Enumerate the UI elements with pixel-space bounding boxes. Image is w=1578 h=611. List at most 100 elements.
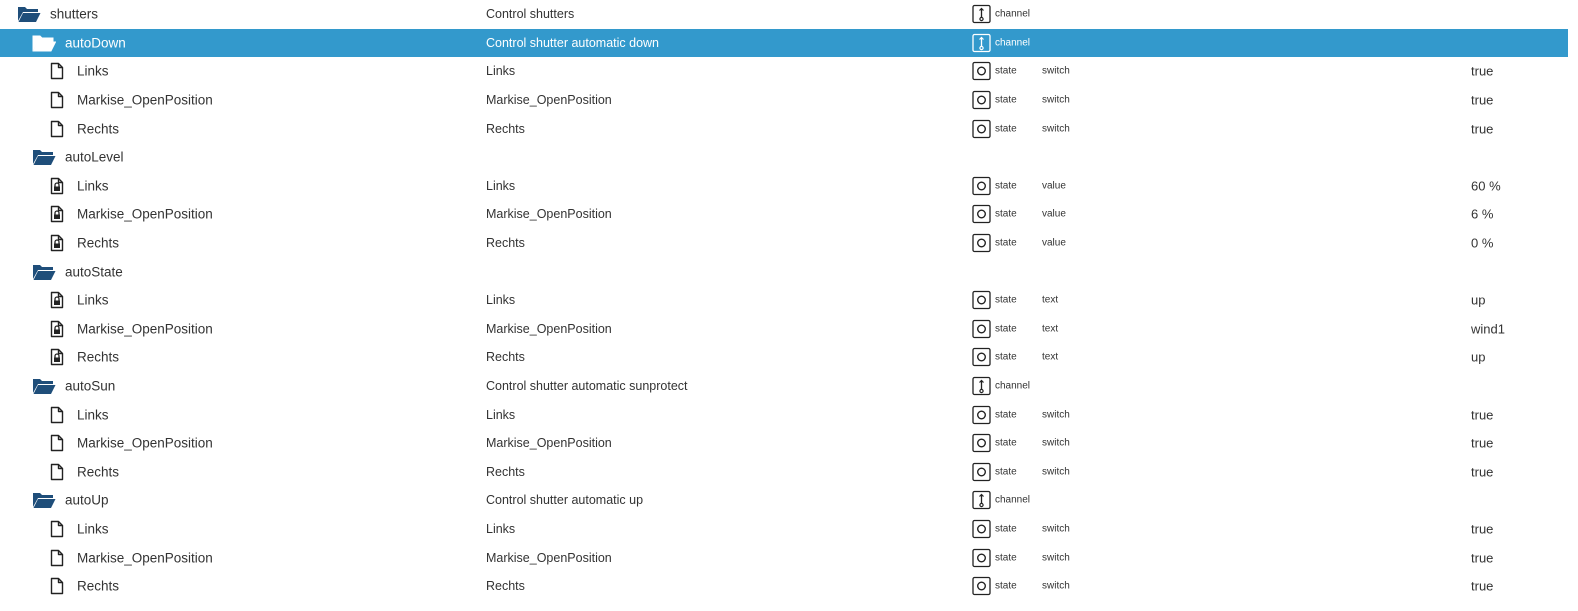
state-icon bbox=[972, 319, 991, 339]
object-name: autoDown bbox=[65, 35, 126, 51]
state-icon bbox=[972, 291, 991, 310]
object-role: value bbox=[1042, 237, 1066, 249]
object-description: Markise_OpenPosition bbox=[486, 436, 612, 451]
object-description: Rechts bbox=[486, 236, 525, 251]
object-description: Markise_OpenPosition bbox=[486, 93, 612, 108]
object-value[interactable]: true bbox=[1471, 550, 1493, 565]
tree-state-row[interactable]: Links Links state value 60 % bbox=[0, 172, 1568, 201]
state-icon bbox=[972, 434, 991, 453]
tree-folder-row[interactable]: autoDown Control shutter automatic down c… bbox=[0, 28, 1568, 58]
file-icon bbox=[50, 63, 64, 80]
file-icon bbox=[50, 406, 64, 423]
tree-state-row[interactable]: Markise_OpenPosition Markise_OpenPosition… bbox=[0, 315, 1568, 344]
file-lock-icon bbox=[50, 349, 64, 366]
object-role: switch bbox=[1042, 437, 1070, 449]
object-description: Control shutter automatic up bbox=[486, 493, 644, 508]
tree-state-row[interactable]: Rechts Rechts state value 0 % bbox=[0, 229, 1568, 258]
object-role: text bbox=[1042, 294, 1059, 306]
object-name: Markise_OpenPosition bbox=[77, 321, 213, 337]
folder-open-icon bbox=[32, 377, 56, 395]
tree-state-row[interactable]: Rechts Rechts state switch true bbox=[0, 458, 1568, 487]
folder-open-icon bbox=[32, 148, 56, 166]
tree-state-row[interactable]: Rechts Rechts state text up bbox=[0, 343, 1568, 372]
object-name: Rechts bbox=[77, 578, 120, 594]
object-description: Markise_OpenPosition bbox=[486, 550, 612, 565]
folder-open-icon bbox=[17, 5, 41, 23]
object-value[interactable]: 0 % bbox=[1471, 236, 1493, 251]
object-name: Markise_OpenPosition bbox=[77, 550, 213, 566]
object-name: Rechts bbox=[77, 235, 120, 251]
object-type: channel bbox=[995, 494, 1031, 506]
object-type: state bbox=[995, 208, 1017, 220]
state-icon bbox=[972, 548, 991, 567]
object-name: Links bbox=[77, 407, 109, 423]
object-description: Rechts bbox=[486, 464, 525, 479]
object-type: state bbox=[995, 94, 1017, 106]
object-description: Control shutter automatic down bbox=[486, 35, 660, 50]
file-icon bbox=[50, 549, 64, 566]
object-value[interactable]: up bbox=[1471, 350, 1485, 365]
object-value[interactable]: true bbox=[1471, 93, 1493, 108]
tree-folder-row[interactable]: autoState bbox=[0, 257, 1568, 286]
channel-icon bbox=[972, 33, 991, 53]
object-type: state bbox=[995, 437, 1017, 449]
folder-open-icon bbox=[32, 34, 56, 52]
file-lock-icon bbox=[50, 320, 64, 338]
tree-folder-row[interactable]: autoUp Control shutter automatic up chann… bbox=[0, 486, 1568, 515]
object-name: Rechts bbox=[77, 464, 120, 480]
object-value[interactable]: wind1 bbox=[1471, 321, 1505, 336]
state-icon bbox=[972, 90, 991, 110]
tree-state-row[interactable]: Links Links state switch true bbox=[0, 400, 1568, 429]
object-value[interactable]: true bbox=[1471, 579, 1493, 594]
object-description: Markise_OpenPosition bbox=[486, 207, 612, 222]
object-type: channel bbox=[995, 380, 1031, 392]
object-description: Rechts bbox=[486, 579, 525, 594]
tree-folder-row[interactable]: autoLevel bbox=[0, 143, 1568, 172]
object-role: switch bbox=[1042, 580, 1070, 592]
tree-state-row[interactable]: Links Links state switch true bbox=[0, 57, 1568, 86]
object-role: switch bbox=[1042, 123, 1070, 135]
object-name: autoLevel bbox=[65, 149, 124, 165]
object-type: state bbox=[995, 294, 1017, 306]
object-name: Markise_OpenPosition bbox=[77, 92, 213, 108]
tree-state-row[interactable]: Markise_OpenPosition Markise_OpenPosition… bbox=[0, 200, 1568, 229]
file-lock-icon bbox=[50, 177, 64, 195]
file-lock-icon bbox=[50, 234, 64, 252]
object-type: state bbox=[995, 123, 1017, 135]
tree-state-row[interactable]: Rechts Rechts state switch true bbox=[0, 114, 1568, 143]
object-role: switch bbox=[1042, 94, 1070, 106]
object-value[interactable]: 6 % bbox=[1471, 207, 1493, 222]
tree-state-row[interactable]: Links Links state switch true bbox=[0, 515, 1568, 544]
folder-open-icon bbox=[32, 263, 56, 281]
object-role: switch bbox=[1042, 466, 1070, 478]
tree-state-row[interactable]: Markise_OpenPosition Markise_OpenPosition… bbox=[0, 543, 1568, 572]
object-value[interactable]: true bbox=[1471, 522, 1493, 537]
folder-open-icon bbox=[32, 491, 56, 509]
object-name: Rechts bbox=[77, 349, 120, 365]
object-value[interactable]: true bbox=[1471, 121, 1493, 136]
tree-folder-row[interactable]: shutters Control shutters channel bbox=[0, 0, 1568, 29]
file-icon bbox=[50, 91, 64, 109]
object-value[interactable]: true bbox=[1471, 407, 1493, 422]
object-name: autoUp bbox=[65, 492, 109, 508]
object-description: Rechts bbox=[486, 350, 525, 365]
file-lock-icon bbox=[50, 292, 64, 309]
tree-folder-row[interactable]: autoSun Control shutter automatic sunprot… bbox=[0, 372, 1568, 401]
state-icon bbox=[972, 405, 991, 424]
tree-state-row[interactable]: Rechts Rechts state switch true bbox=[0, 572, 1568, 601]
object-tree: shutters Control shutters channel autoDow… bbox=[0, 0, 1578, 611]
object-value[interactable]: up bbox=[1471, 293, 1485, 308]
state-icon bbox=[972, 462, 991, 482]
object-value[interactable]: true bbox=[1471, 64, 1493, 79]
object-role: text bbox=[1042, 351, 1059, 363]
object-value[interactable]: 60 % bbox=[1471, 178, 1501, 193]
tree-state-row[interactable]: Markise_OpenPosition Markise_OpenPosition… bbox=[0, 429, 1568, 458]
tree-state-row[interactable]: Markise_OpenPosition Markise_OpenPosition… bbox=[0, 86, 1568, 115]
object-description: Rechts bbox=[486, 121, 525, 136]
object-value[interactable]: true bbox=[1471, 436, 1493, 451]
object-role: text bbox=[1042, 323, 1059, 335]
object-value[interactable]: true bbox=[1471, 464, 1493, 479]
tree-state-row[interactable]: Links Links state text up bbox=[0, 286, 1568, 315]
state-icon bbox=[972, 176, 991, 196]
object-description: Control shutters bbox=[486, 7, 575, 22]
